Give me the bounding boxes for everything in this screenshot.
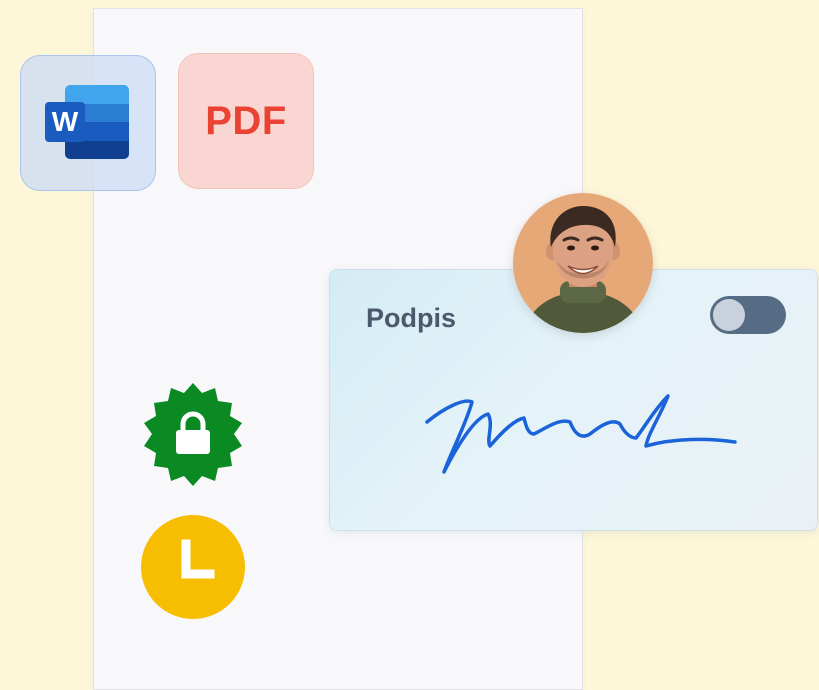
- word-badge: W: [45, 102, 85, 142]
- security-badge: [135, 380, 251, 499]
- lock-icon: [144, 383, 242, 486]
- signature-label: Podpis: [366, 303, 457, 333]
- toggle-knob: [713, 299, 745, 331]
- time-badge: [140, 514, 246, 625]
- user-avatar[interactable]: [513, 193, 653, 333]
- pdf-label: PDF: [205, 98, 287, 143]
- handwritten-signature-icon: [425, 394, 737, 474]
- pdf-file-tile[interactable]: PDF: [178, 53, 314, 189]
- word-icon: W: [45, 85, 131, 161]
- signature-toggle[interactable]: [710, 296, 786, 334]
- user-photo: [513, 193, 653, 333]
- word-file-tile[interactable]: W: [20, 55, 156, 191]
- clock-icon: [141, 515, 245, 619]
